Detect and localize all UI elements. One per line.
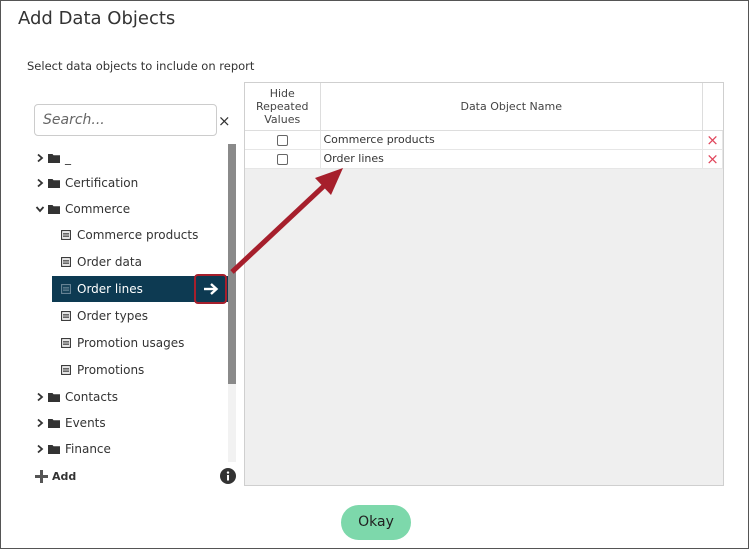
tree-folder-commerce[interactable]: Commerce	[31, 196, 228, 222]
table-doc-icon	[61, 365, 71, 375]
chevron-right-icon[interactable]	[35, 178, 45, 188]
tree-object-order-types[interactable]: Order types	[31, 303, 228, 329]
tree-object-promotion-usages[interactable]: Promotion usages	[31, 330, 228, 356]
tree-item-label: Events	[65, 416, 106, 430]
plus-icon	[35, 469, 48, 483]
tree-item-label: Contacts	[65, 390, 118, 404]
search-box	[34, 104, 217, 136]
chevron-right-icon[interactable]	[35, 418, 45, 428]
folder-icon	[48, 393, 60, 402]
table-row: Order lines ×	[245, 149, 723, 169]
tree-item-label: Order data	[77, 255, 142, 269]
tree-folder-contacts[interactable]: Contacts	[31, 384, 228, 410]
delete-row-icon[interactable]: ×	[702, 149, 723, 169]
add-button[interactable]: Add	[35, 468, 76, 484]
chevron-right-icon[interactable]	[35, 392, 45, 402]
arrow-right-icon	[204, 283, 219, 295]
move-to-selection-button[interactable]	[197, 277, 224, 301]
hide-repeated-cell	[245, 130, 321, 150]
column-header-actions	[702, 83, 723, 131]
dialog-title: Add Data Objects	[18, 8, 176, 29]
folder-icon	[48, 179, 60, 188]
selected-objects-grid: Hide Repeated Values Data Object Name Co…	[244, 82, 724, 486]
info-icon[interactable]	[220, 468, 236, 484]
chevron-down-icon[interactable]	[35, 204, 45, 214]
selected-objects-table: Hide Repeated Values Data Object Name Co…	[245, 83, 723, 169]
scrollbar-thumb[interactable]	[228, 144, 236, 384]
add-label: Add	[52, 469, 77, 483]
tree-object-promotions[interactable]: Promotions	[31, 357, 228, 383]
hide-repeated-checkbox[interactable]	[276, 153, 288, 165]
chevron-right-icon[interactable]	[35, 444, 45, 454]
folder-icon	[48, 419, 60, 428]
folder-icon	[48, 205, 60, 214]
delete-row-icon[interactable]: ×	[702, 130, 723, 150]
tree-scrollbar[interactable]	[228, 144, 236, 462]
instruction-text: Select data objects to include on report	[27, 59, 255, 73]
column-header-hide-repeated: Hide Repeated Values	[245, 83, 321, 131]
tree-item-label: Order types	[77, 309, 148, 323]
column-header-data-object-name: Data Object Name	[320, 83, 703, 131]
data-object-name: Order lines	[320, 149, 703, 169]
tree-folder-certification[interactable]: Certification	[31, 170, 228, 196]
tree-folder-finance[interactable]: Finance	[31, 436, 228, 462]
table-doc-icon	[61, 284, 71, 294]
tree-item-label: Promotion usages	[77, 336, 185, 350]
folder-icon	[48, 154, 60, 163]
tree-item-label: Certification	[65, 176, 139, 190]
clear-search-icon[interactable]: ×	[218, 113, 231, 129]
table-doc-icon	[61, 230, 71, 240]
hide-repeated-cell	[245, 149, 321, 169]
data-object-name: Commerce products	[320, 130, 703, 150]
chevron-right-icon[interactable]	[35, 153, 45, 163]
hide-repeated-checkbox[interactable]	[276, 134, 288, 146]
tree-item-label: Commerce	[65, 202, 131, 216]
tree-item-label: Promotions	[77, 363, 145, 377]
search-input[interactable]	[35, 105, 216, 135]
tree-item-label: Order lines	[77, 282, 143, 296]
folder-icon	[48, 445, 60, 454]
tree-item-label: _	[65, 151, 71, 165]
tree-object-order-data[interactable]: Order data	[31, 249, 228, 275]
table-doc-icon	[61, 257, 71, 267]
table-doc-icon	[61, 338, 71, 348]
tree-folder-underscore[interactable]: _	[31, 145, 228, 171]
okay-button[interactable]: Okay	[341, 505, 411, 540]
tree-folder-events[interactable]: Events	[31, 410, 228, 436]
table-row: Commerce products ×	[245, 130, 723, 150]
tree-object-commerce-products[interactable]: Commerce products	[31, 222, 228, 248]
add-data-objects-dialog: Add Data Objects Select data objects to …	[0, 0, 749, 549]
tree-item-label: Commerce products	[77, 228, 199, 242]
table-doc-icon	[61, 311, 71, 321]
tree-item-label: Finance	[65, 442, 111, 456]
